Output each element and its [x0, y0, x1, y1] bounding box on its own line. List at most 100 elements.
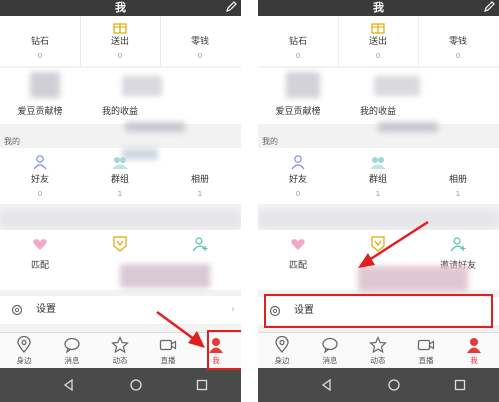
- person-filled-icon: [467, 338, 481, 353]
- blurred-region: [378, 122, 438, 132]
- tab-label: 动态: [370, 356, 386, 365]
- title-bar: 我: [258, 0, 499, 16]
- page-title: 我: [373, 1, 384, 14]
- vip-badge-icon: [371, 236, 385, 252]
- add-person-icon: [192, 237, 208, 252]
- video-camera-icon: [159, 339, 177, 351]
- gear-icon: [11, 304, 23, 316]
- blurred-region: [358, 266, 468, 292]
- wallet-diamond[interactable]: 钻石 0: [0, 16, 80, 66]
- tab-moments[interactable]: 动态: [354, 333, 402, 369]
- left-phone-screen: 我 钻石 0 送出 0 零钱 0 爱豆贡献榜 我的收益 我的 好友 0 群组 1…: [0, 0, 241, 402]
- back-icon[interactable]: [61, 377, 77, 393]
- match-item[interactable]: 匹配: [258, 230, 338, 290]
- tab-nearby[interactable]: 身边: [258, 333, 306, 369]
- friends-label: 好友: [288, 175, 307, 185]
- wallet-sent[interactable]: 送出 0: [338, 16, 418, 66]
- friends-item[interactable]: 好友 0: [0, 148, 80, 204]
- video-camera-icon: [417, 339, 435, 351]
- screenshot-comparison: 我 钻石 0 送出 0 零钱 0 爱豆贡献榜 我的收益 我的 好友 0 群组 1…: [0, 0, 499, 402]
- wallet-row: 钻石 0 送出 0 零钱 0: [258, 16, 499, 66]
- vip-badge-icon: [113, 236, 127, 252]
- tab-label: 我: [470, 356, 478, 365]
- match-label: 匹配: [288, 261, 307, 271]
- chat-bubble-icon: [322, 337, 338, 354]
- star-icon: [111, 336, 129, 354]
- tab-moments[interactable]: 动态: [96, 333, 144, 369]
- fans-rank-label: 爱豆贡献榜: [17, 107, 63, 117]
- blurred-region: [122, 148, 158, 160]
- settings-label: 设置: [36, 304, 56, 315]
- album-count: 1: [455, 190, 461, 198]
- page-title: 我: [115, 1, 126, 14]
- earnings-item[interactable]: 我的收益: [80, 68, 160, 124]
- fans-rank-item[interactable]: 爱豆贡献榜: [258, 68, 338, 124]
- match-label: 匹配: [30, 261, 49, 271]
- earnings-item[interactable]: 我的收益: [338, 68, 418, 124]
- person-icon: [291, 155, 305, 170]
- feature-row: 匹配 邀请好友: [258, 230, 499, 292]
- wallet-label: 送出: [110, 37, 129, 47]
- tab-live[interactable]: 直播: [402, 333, 450, 369]
- star-icon: [369, 336, 387, 354]
- ranks-row: 爱豆贡献榜 我的收益: [258, 68, 499, 132]
- wallet-label: 零钱: [448, 37, 467, 47]
- person-icon: [33, 155, 47, 170]
- wallet-sent[interactable]: 送出 0: [80, 16, 160, 66]
- chevron-right-icon: ›: [231, 304, 235, 315]
- wallet-count: 0: [117, 52, 123, 60]
- feature-row: 匹配: [0, 230, 241, 290]
- tab-nearby[interactable]: 身边: [0, 333, 48, 369]
- album-label: 相册: [448, 175, 467, 185]
- edit-icon[interactable]: [482, 0, 496, 14]
- album-label: 相册: [190, 175, 209, 185]
- earnings-label: 我的收益: [101, 107, 138, 117]
- blurred-band: [258, 210, 499, 228]
- wallet-change[interactable]: 零钱 0: [418, 16, 498, 66]
- gift-icon: [113, 23, 127, 34]
- tab-label: 直播: [418, 356, 434, 365]
- social-row: 好友 0 群组 1 相册 1: [258, 148, 499, 204]
- right-phone-screen: 我 钻石 0 送出 0 零钱 0 爱豆贡献榜 我的收益 我的 好友 0 群组 1…: [258, 0, 499, 402]
- tab-messages[interactable]: 消息: [306, 333, 354, 369]
- wallet-diamond[interactable]: 钻石 0: [258, 16, 338, 66]
- home-icon[interactable]: [128, 377, 144, 393]
- recents-icon[interactable]: [452, 377, 468, 393]
- match-item[interactable]: 匹配: [0, 230, 80, 290]
- wallet-change[interactable]: 零钱 0: [160, 16, 240, 66]
- tab-messages[interactable]: 消息: [48, 333, 96, 369]
- tab-live[interactable]: 直播: [144, 333, 192, 369]
- heart-icon: [33, 239, 47, 250]
- tab-label: 消息: [322, 356, 338, 365]
- highlight-box-settings: [264, 294, 493, 328]
- wallet-label: 送出: [368, 37, 387, 47]
- recents-icon[interactable]: [194, 377, 210, 393]
- wallet-count: 0: [37, 52, 43, 60]
- add-person-icon: [450, 237, 466, 252]
- wallet-count: 0: [375, 52, 381, 60]
- groups-label: 群组: [368, 175, 387, 185]
- wallet-label: 钻石: [30, 37, 49, 47]
- groups-item[interactable]: 群组 1: [338, 148, 418, 204]
- edit-icon[interactable]: [224, 0, 238, 14]
- blurred-band: [0, 210, 241, 228]
- fans-rank-item[interactable]: 爱豆贡献榜: [0, 68, 80, 124]
- earnings-label: 我的收益: [359, 107, 396, 117]
- back-icon[interactable]: [319, 377, 335, 393]
- heart-icon: [291, 239, 305, 250]
- album-item[interactable]: 相册 1: [160, 148, 240, 204]
- android-nav-bar: [0, 368, 241, 402]
- gift-icon: [371, 23, 385, 34]
- friends-item[interactable]: 好友 0: [258, 148, 338, 204]
- tab-me[interactable]: 我: [450, 333, 498, 369]
- home-icon[interactable]: [386, 377, 402, 393]
- blurred-region: [120, 264, 210, 288]
- section-label: 我的: [4, 137, 20, 146]
- wallet-row: 钻石 0 送出 0 零钱 0: [0, 16, 241, 66]
- tab-label: 身边: [274, 356, 290, 365]
- album-item[interactable]: 相册 1: [418, 148, 498, 204]
- wallet-count: 0: [295, 52, 301, 60]
- wallet-count: 0: [197, 52, 203, 60]
- groups-count: 1: [117, 190, 123, 198]
- settings-row[interactable]: 设置 ›: [0, 296, 241, 324]
